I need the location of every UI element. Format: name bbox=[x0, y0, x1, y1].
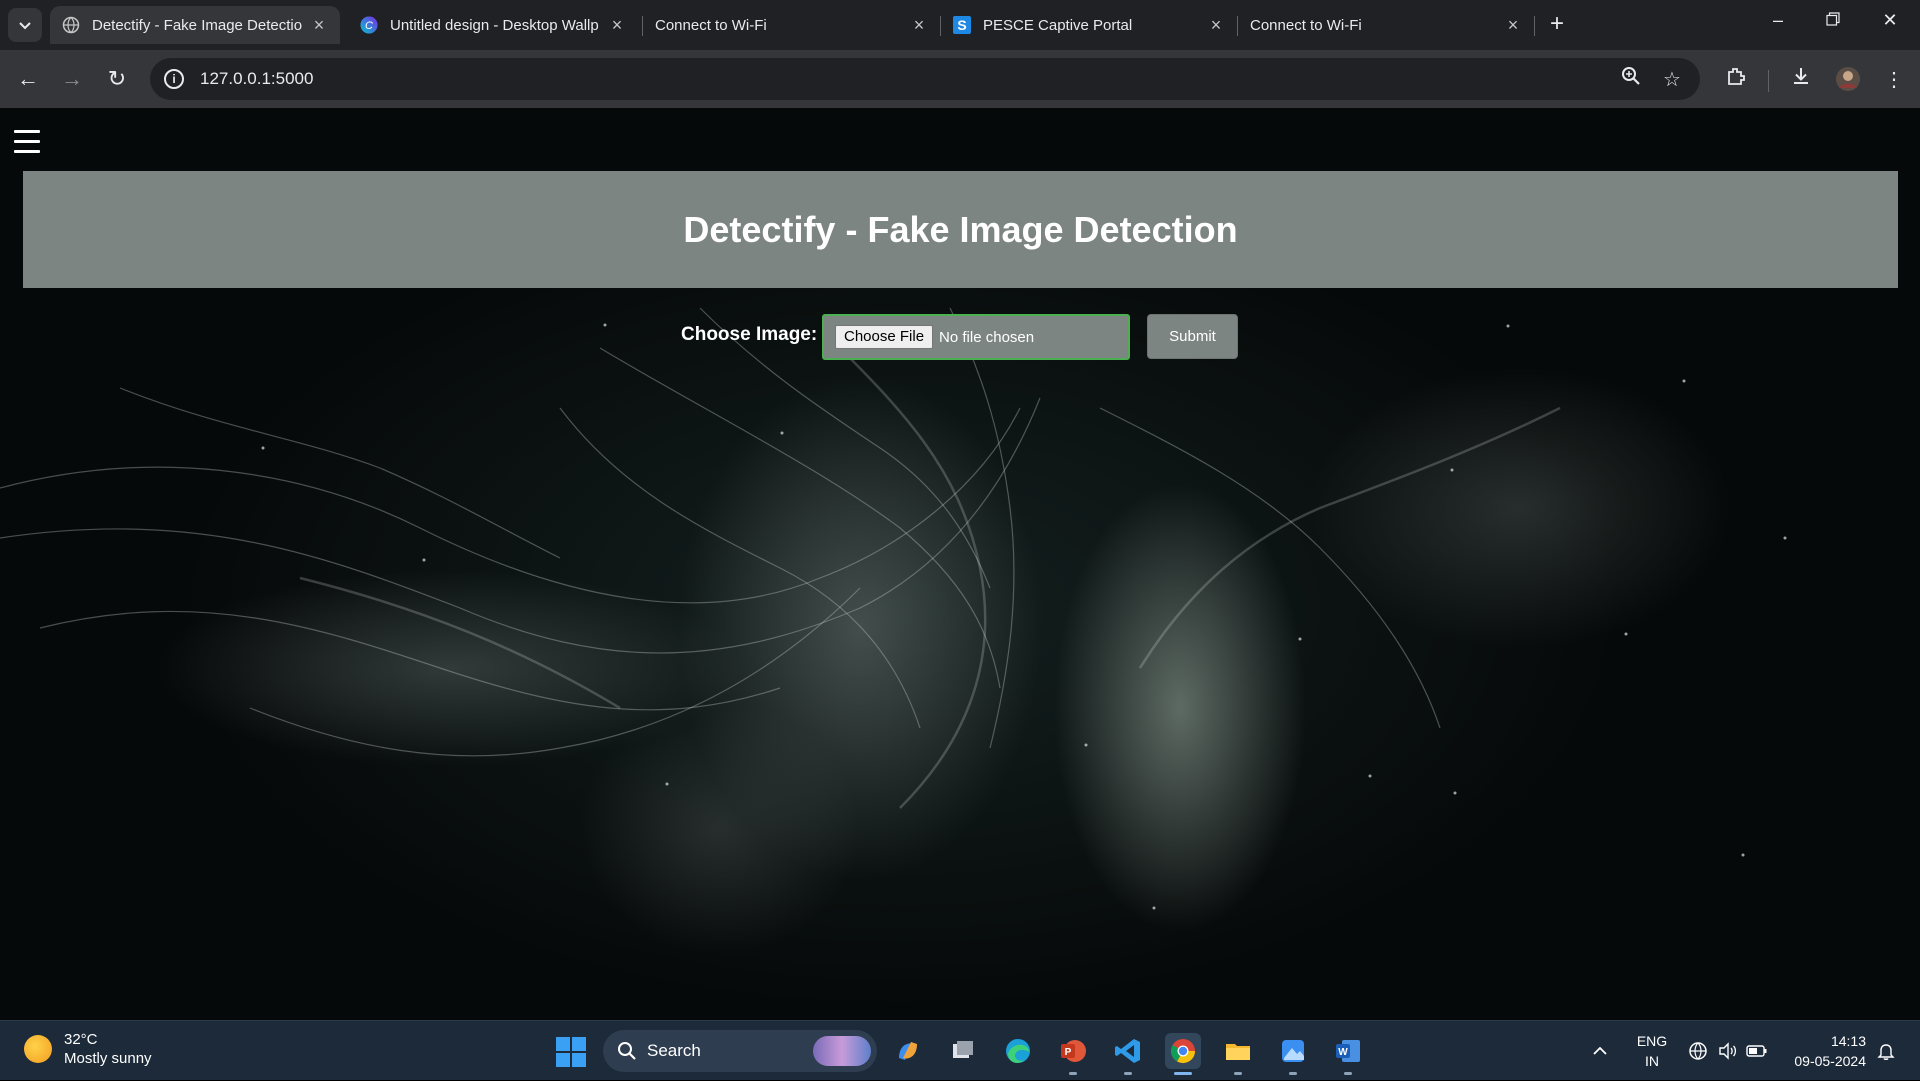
search-label: Search bbox=[647, 1041, 701, 1060]
tab-separator bbox=[1534, 16, 1535, 36]
s-brand-icon: S bbox=[953, 16, 971, 34]
page-title: Detectify - Fake Image Detection bbox=[683, 208, 1238, 250]
chevron-up-icon bbox=[1593, 1046, 1607, 1055]
back-button[interactable]: ← bbox=[13, 64, 43, 94]
upload-form: Choose Image: Choose File No file chosen… bbox=[0, 312, 1920, 360]
zoom-icon[interactable] bbox=[1617, 66, 1645, 94]
close-window-button[interactable]: ✕ bbox=[1870, 10, 1910, 31]
new-tab-button[interactable]: + bbox=[1542, 10, 1572, 38]
photos-app-icon[interactable] bbox=[1275, 1033, 1311, 1075]
clock-date: 09-05-2024 bbox=[1794, 1053, 1866, 1069]
file-explorer-icon[interactable] bbox=[1220, 1033, 1256, 1075]
running-indicator bbox=[1289, 1072, 1297, 1075]
choose-file-button[interactable]: Choose File bbox=[835, 325, 934, 349]
canva-icon: C bbox=[360, 16, 378, 34]
taskbar-search[interactable]: Search bbox=[603, 1030, 877, 1072]
close-icon[interactable]: × bbox=[910, 15, 928, 36]
language-line2: IN bbox=[1645, 1053, 1659, 1069]
hamburger-menu-icon[interactable] bbox=[14, 130, 40, 160]
toolbar-divider bbox=[1768, 70, 1769, 92]
volume-icon[interactable] bbox=[1717, 1021, 1737, 1081]
file-input[interactable]: Choose File No file chosen bbox=[822, 314, 1130, 360]
address-bar[interactable]: i 127.0.0.1:5000 bbox=[150, 58, 1700, 100]
running-indicator bbox=[1344, 1072, 1352, 1075]
tab-title: Connect to Wi-Fi bbox=[655, 16, 767, 34]
file-status-text: No file chosen bbox=[939, 328, 1035, 346]
show-hidden-icons[interactable] bbox=[1592, 1021, 1608, 1081]
weather-temp: 32°C bbox=[64, 1031, 98, 1048]
task-view-icon[interactable] bbox=[945, 1033, 981, 1069]
restore-button[interactable] bbox=[1813, 10, 1853, 31]
edge-app-icon[interactable] bbox=[1000, 1033, 1036, 1069]
copilot-app-icon[interactable] bbox=[890, 1033, 926, 1069]
network-icon[interactable] bbox=[1688, 1021, 1708, 1081]
tab-pesce-portal[interactable]: S PESCE Captive Portal × bbox=[941, 6, 1237, 44]
tab-search-button[interactable] bbox=[8, 8, 42, 42]
svg-text:C: C bbox=[365, 20, 373, 32]
word-app-icon[interactable]: W bbox=[1330, 1033, 1366, 1075]
profile-avatar[interactable] bbox=[1834, 66, 1862, 94]
tab-title: Untitled design - Desktop Wallp bbox=[390, 16, 599, 34]
running-indicator bbox=[1174, 1072, 1192, 1075]
tab-connect-wifi[interactable]: Connect to Wi-Fi × bbox=[643, 6, 940, 44]
tab-detectify[interactable]: Detectify - Fake Image Detectio × bbox=[50, 6, 340, 44]
globe-icon bbox=[62, 16, 80, 34]
tab-title: PESCE Captive Portal bbox=[983, 16, 1133, 34]
browser-tab-strip: Detectify - Fake Image Detectio × C Unti… bbox=[0, 0, 1920, 50]
running-indicator bbox=[1234, 1072, 1242, 1075]
tab-title: Detectify - Fake Image Detectio bbox=[92, 16, 303, 34]
chevron-down-icon bbox=[19, 22, 31, 30]
page-header: Detectify - Fake Image Detection bbox=[23, 171, 1898, 288]
weather-desc: Mostly sunny bbox=[64, 1050, 152, 1067]
forward-button[interactable]: → bbox=[57, 64, 87, 94]
download-icon[interactable] bbox=[1787, 66, 1815, 94]
bookmark-star-icon[interactable]: ☆ bbox=[1658, 66, 1686, 94]
reload-button[interactable]: ↻ bbox=[102, 64, 132, 94]
close-icon[interactable]: × bbox=[1504, 15, 1522, 36]
search-icon bbox=[617, 1041, 637, 1061]
url-text: 127.0.0.1:5000 bbox=[200, 69, 314, 88]
vscode-app-icon[interactable] bbox=[1110, 1033, 1146, 1075]
language-line1: ENG bbox=[1636, 1033, 1668, 1049]
search-highlight-image bbox=[813, 1036, 871, 1066]
web-page: Detectify - Fake Image Detection Choose … bbox=[0, 108, 1920, 1020]
battery-icon[interactable] bbox=[1746, 1021, 1768, 1081]
close-icon[interactable]: × bbox=[608, 15, 626, 36]
weather-widget[interactable]: 32°C Mostly sunny bbox=[24, 1030, 152, 1068]
menu-kebab-icon[interactable]: ⋮ bbox=[1880, 66, 1908, 94]
language-indicator[interactable]: ENG IN bbox=[1632, 1031, 1672, 1071]
svg-text:S: S bbox=[957, 17, 966, 33]
info-icon[interactable]: i bbox=[164, 69, 184, 89]
sun-icon bbox=[24, 1035, 52, 1063]
svg-text:W: W bbox=[1338, 1047, 1348, 1058]
tab-title: Connect to Wi-Fi bbox=[1250, 16, 1362, 34]
close-icon[interactable]: × bbox=[310, 15, 328, 36]
notification-bell-icon[interactable] bbox=[1876, 1021, 1896, 1081]
windows-start-icon[interactable] bbox=[556, 1037, 586, 1067]
submit-button[interactable]: Submit bbox=[1147, 314, 1238, 359]
minimize-button[interactable]: – bbox=[1758, 10, 1798, 31]
svg-text:P: P bbox=[1065, 1047, 1072, 1058]
choose-image-label: Choose Image: bbox=[681, 324, 818, 345]
taskbar: 32°C Mostly sunny Search P W ENG IN 14:1… bbox=[0, 1020, 1920, 1080]
chrome-app-icon[interactable] bbox=[1165, 1033, 1201, 1075]
tab-connect-wifi-2[interactable]: Connect to Wi-Fi × bbox=[1238, 6, 1534, 44]
clock[interactable]: 14:13 09-05-2024 bbox=[1776, 1031, 1866, 1071]
running-indicator bbox=[1069, 1072, 1077, 1075]
browser-toolbar: ← → ↻ i 127.0.0.1:5000 ☆ ⋮ bbox=[0, 50, 1920, 109]
restore-icon bbox=[1826, 12, 1840, 26]
close-icon[interactable]: × bbox=[1207, 15, 1225, 36]
tab-canva[interactable]: C Untitled design - Desktop Wallp × bbox=[348, 6, 638, 44]
clock-time: 14:13 bbox=[1830, 1033, 1866, 1049]
running-indicator bbox=[1124, 1072, 1132, 1075]
extensions-icon[interactable] bbox=[1722, 66, 1750, 94]
powerpoint-app-icon[interactable]: P bbox=[1055, 1033, 1091, 1075]
